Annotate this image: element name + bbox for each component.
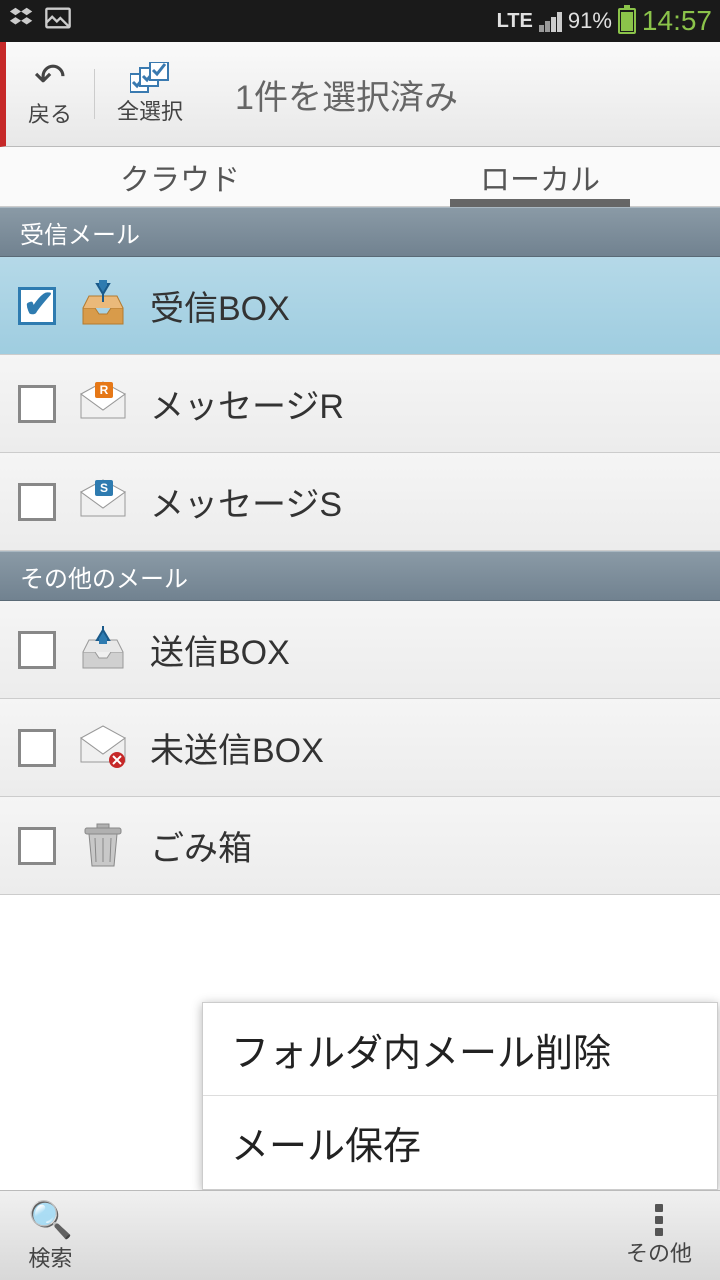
inbox-icon [74, 277, 132, 335]
dropbox-icon [8, 4, 36, 38]
search-icon: 🔍 [28, 1199, 73, 1241]
checkbox[interactable] [18, 385, 56, 423]
svg-text:S: S [100, 481, 108, 495]
battery-icon [618, 8, 636, 34]
svg-text:R: R [100, 383, 109, 397]
checkbox[interactable] [18, 483, 56, 521]
message-s-icon: S [74, 473, 132, 531]
tab-cloud[interactable]: クラウド [0, 147, 360, 206]
search-button[interactable]: 🔍 検索 [0, 1191, 101, 1280]
signal-icon [539, 10, 562, 32]
outbox-icon [74, 621, 132, 679]
folder-label: メッセージS [150, 477, 342, 526]
folder-label: 受信BOX [150, 281, 290, 330]
folder-label: ごみ箱 [150, 821, 252, 870]
folder-row-inbox[interactable]: 受信BOX [0, 257, 720, 355]
section-header-received: 受信メール [0, 207, 720, 257]
folder-label: メッセージR [150, 379, 344, 428]
folder-row-message-r[interactable]: R メッセージR [0, 355, 720, 453]
checkbox[interactable] [18, 729, 56, 767]
folder-label: 未送信BOX [150, 723, 324, 772]
trash-icon [74, 817, 132, 875]
network-type: LTE [497, 10, 533, 33]
message-r-icon: R [74, 375, 132, 433]
unsent-icon [74, 719, 132, 777]
checkbox[interactable] [18, 631, 56, 669]
tabs: クラウド ローカル [0, 147, 720, 207]
selection-count-title: 1件を選択済み [235, 70, 458, 119]
folder-label: 送信BOX [150, 625, 290, 674]
back-label: 戻る [28, 97, 72, 129]
status-bar: LTE 91% 14:57 [0, 0, 720, 42]
bottom-bar: 🔍 検索 その他 [0, 1190, 720, 1280]
section-header-other: その他のメール [0, 551, 720, 601]
overflow-label: その他 [626, 1236, 692, 1268]
action-bar: ↶ 戻る 全選択 1件を選択済み [0, 42, 720, 147]
folder-row-message-s[interactable]: S メッセージS [0, 453, 720, 551]
folder-row-unsent[interactable]: 未送信BOX [0, 699, 720, 797]
back-arrow-icon: ↶ [34, 59, 66, 97]
select-all-button[interactable]: 全選択 [95, 42, 205, 146]
overflow-button[interactable]: その他 [598, 1191, 720, 1280]
folder-row-trash[interactable]: ごみ箱 [0, 797, 720, 895]
select-all-label: 全選択 [117, 94, 183, 126]
overflow-icon [655, 1204, 663, 1236]
context-menu: フォルダ内メール削除 メール保存 [202, 1002, 718, 1190]
checkbox[interactable] [18, 827, 56, 865]
checkbox[interactable] [18, 287, 56, 325]
tab-local[interactable]: ローカル [360, 147, 720, 206]
search-label: 検索 [28, 1241, 72, 1273]
clock: 14:57 [642, 5, 712, 37]
folder-row-outbox[interactable]: 送信BOX [0, 601, 720, 699]
menu-save-mail[interactable]: メール保存 [203, 1096, 717, 1189]
picture-icon [44, 4, 72, 38]
select-all-icon [130, 62, 170, 94]
back-button[interactable]: ↶ 戻る [6, 42, 94, 146]
battery-percent: 91% [568, 8, 612, 34]
menu-delete-folder-mail[interactable]: フォルダ内メール削除 [203, 1003, 717, 1096]
